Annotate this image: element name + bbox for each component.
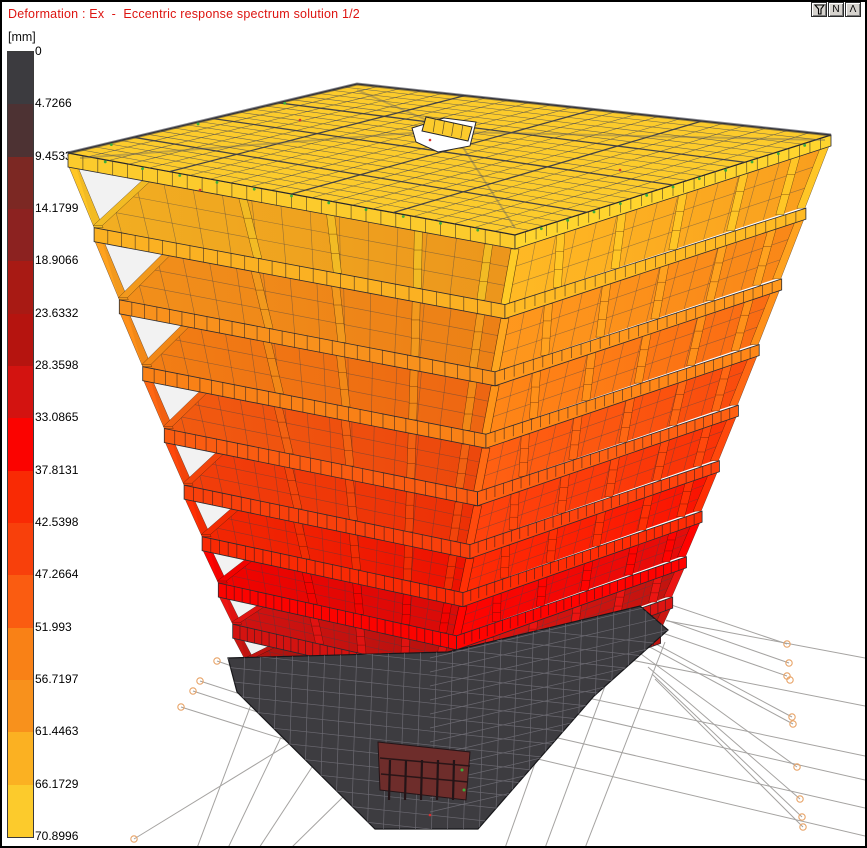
legend-segment [8,575,33,627]
legend-segment [8,314,33,366]
viewport-window: Deformation : Ex - Eccentric response sp… [0,0,867,848]
legend-segment [8,261,33,313]
foundation-wireframe [134,585,865,846]
legend-value-label: 61.4463 [35,724,78,738]
roof-opening [412,118,476,152]
funnel-icon [814,4,825,15]
legend-value-label: 70.8996 [35,829,78,843]
filter-button[interactable] [811,2,827,17]
model-viewport-3d[interactable] [2,2,865,846]
legend-segment [8,157,33,209]
legend-segment [8,209,33,261]
legend-value-label: 14.1799 [35,201,78,215]
legend-segment [8,523,33,575]
legend-segment [8,785,33,837]
roof-slab [68,84,831,235]
legend-value-label: 51.993 [35,620,72,634]
podium-base [228,606,668,829]
legend-segment [8,52,33,104]
legend-segment [8,366,33,418]
legend-segment [8,628,33,680]
legend-value-label: 23.6332 [35,306,78,320]
legend-value-label: 56.7197 [35,672,78,686]
legend-segment [8,418,33,470]
legend-value-label: 28.3598 [35,358,78,372]
legend-value-label: 37.8131 [35,463,78,477]
legend-color-bar [7,51,34,838]
legend-segment [8,732,33,784]
legend-segment [8,104,33,156]
button-up[interactable]: Λ [845,2,861,17]
button-n[interactable]: N [828,2,844,17]
legend-value-label: 42.5398 [35,515,78,529]
legend-unit-label: [mm] [8,30,36,44]
legend-value-label: 4.7266 [35,96,72,110]
support-node-markers [131,641,806,842]
result-title: Deformation : Ex - Eccentric response sp… [8,7,360,21]
legend-segment [8,680,33,732]
legend-value-label: 9.4533 [35,149,72,163]
legend-value-label: 18.9066 [35,253,78,267]
legend-value-label: 0 [35,44,42,58]
legend-segment [8,471,33,523]
legend-value-label: 47.2664 [35,567,78,581]
legend-value-label: 33.0865 [35,410,78,424]
legend-value-label: 66.1729 [35,777,78,791]
view-toolbar: NΛ [811,2,861,17]
